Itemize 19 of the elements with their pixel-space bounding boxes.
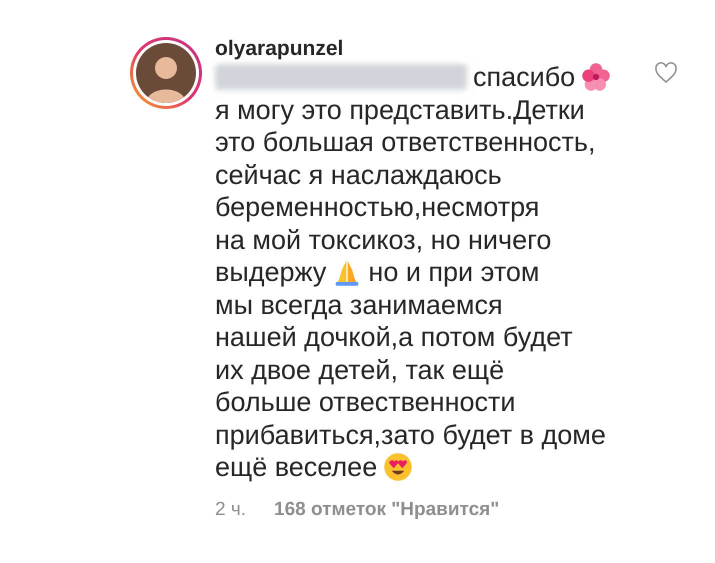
username[interactable]: olyarapunzel: [215, 37, 653, 61]
comment-text: выдержу: [215, 256, 326, 288]
like-heart-icon[interactable]: [653, 61, 679, 85]
comment-time: 2 ч.: [215, 498, 246, 522]
heart-eyes-face-icon: [383, 452, 414, 482]
comment-text: спасибо: [473, 61, 576, 94]
comment-text: это большая ответственность,: [215, 126, 596, 158]
comment-text: сейчас я наслаждаюсь: [215, 158, 502, 191]
comment-text: больше отвественности: [215, 386, 516, 418]
comment-text: мы всегда занимаемся: [215, 288, 503, 321]
comment-text: их двое детей, так ещё: [215, 354, 504, 386]
flower-icon: [581, 62, 612, 92]
comment-text: на мой токсикоз, но ничего: [215, 224, 552, 256]
comment-text: ещё веселее: [215, 451, 378, 484]
comment-text: прибавиться,зато будет в доме: [215, 418, 606, 451]
comment-text: но и при этом: [368, 256, 540, 288]
comment-text: я могу это представить.Детки: [215, 94, 585, 126]
comment-text: нашей дочкой,а потом будет: [215, 321, 573, 354]
comment-text: беременностью,несмотря: [215, 191, 540, 224]
